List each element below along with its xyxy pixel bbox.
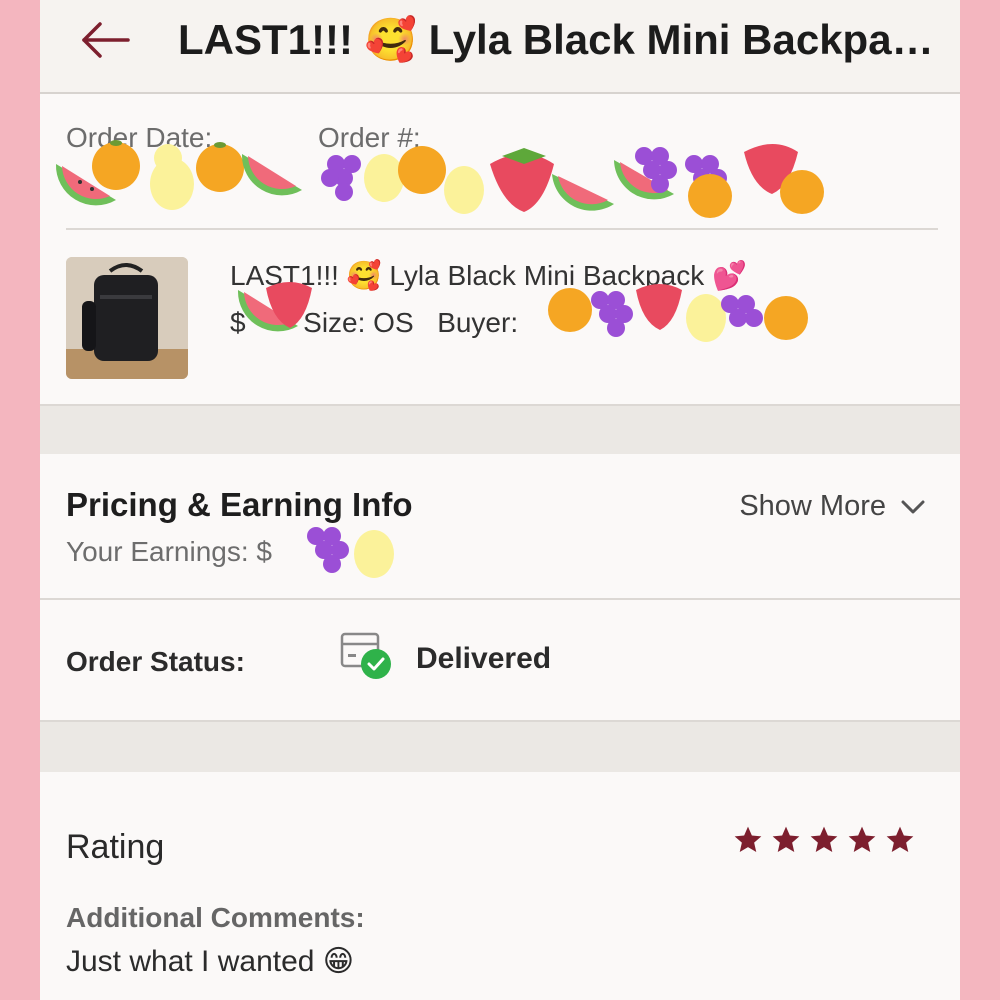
backpack-image	[66, 257, 188, 379]
pricing-section[interactable]: Pricing & Earning Info Show More Your Ea…	[40, 454, 960, 598]
arrow-left-icon	[82, 22, 130, 58]
fruit-stickers-earnings	[307, 527, 394, 578]
fruit-stickers-row	[55, 140, 824, 218]
comments-label: Additional Comments:	[66, 902, 365, 933]
order-status-label: Order Status:	[66, 646, 245, 677]
chevron-down-icon	[901, 500, 925, 513]
show-more-button[interactable]: Show More	[739, 490, 926, 523]
star-icon	[848, 826, 876, 852]
section-gap-2	[40, 720, 960, 774]
app-header: LAST1!!! 🥰 Lyla Black Mini Backpack 💕	[40, 0, 960, 94]
package-delivered-icon	[340, 632, 391, 679]
pricing-heading: Pricing & Earning Info	[66, 486, 413, 523]
section-gap	[40, 404, 960, 456]
page-title: LAST1!!! 🥰 Lyla Black Mini Backpack 💕	[178, 16, 948, 63]
fruit-stickers-item	[237, 282, 808, 342]
order-details-screen: LAST1!!! 🥰 Lyla Black Mini Backpack 💕 Or…	[40, 0, 960, 1000]
order-status-section: Order Status: Delivered	[40, 600, 960, 720]
order-status-value: Delivered	[416, 642, 552, 675]
order-info-divider	[66, 228, 938, 230]
star-icon	[810, 826, 838, 852]
show-more-label: Show More	[739, 490, 886, 522]
star-icon	[734, 826, 762, 852]
rating-stars	[732, 824, 916, 856]
item-thumbnail[interactable]	[66, 257, 188, 379]
rating-heading: Rating	[66, 828, 165, 866]
order-summary: Order Date: Order #: LAST1!!! 🥰 Lyla Bla…	[40, 94, 960, 404]
comment-text: Just what I wanted 😁	[66, 945, 355, 978]
rating-section: Rating Additional Comments: Just what I …	[40, 772, 960, 1000]
star-icon	[886, 826, 914, 852]
back-button[interactable]	[78, 12, 134, 68]
earnings-label: Your Earnings: $	[66, 536, 272, 567]
star-icon	[772, 826, 800, 852]
